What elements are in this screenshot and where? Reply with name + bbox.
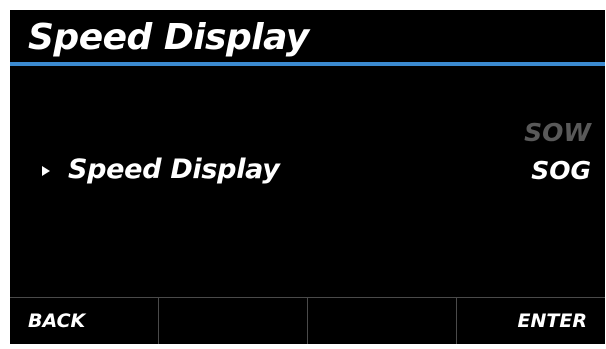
option-sow[interactable]: SOW <box>524 118 591 147</box>
softkey-2[interactable] <box>159 298 308 344</box>
title-divider <box>10 62 605 66</box>
display-screen: Speed Display SOW Speed Display SOG BACK… <box>10 10 605 344</box>
softkey-3[interactable] <box>308 298 457 344</box>
menu-item-speed-display[interactable]: Speed Display <box>10 146 605 196</box>
back-softkey-label: BACK <box>28 310 86 332</box>
option-sog[interactable]: SOG <box>531 156 591 185</box>
enter-softkey-label: ENTER <box>517 310 587 332</box>
menu-item-label: Speed Display <box>68 154 280 185</box>
triangle-right-icon <box>42 166 50 176</box>
enter-softkey[interactable]: ENTER <box>457 298 605 344</box>
page-title: Speed Display <box>28 17 309 58</box>
softkey-bar: BACK ENTER <box>10 297 605 344</box>
back-softkey[interactable]: BACK <box>10 298 159 344</box>
